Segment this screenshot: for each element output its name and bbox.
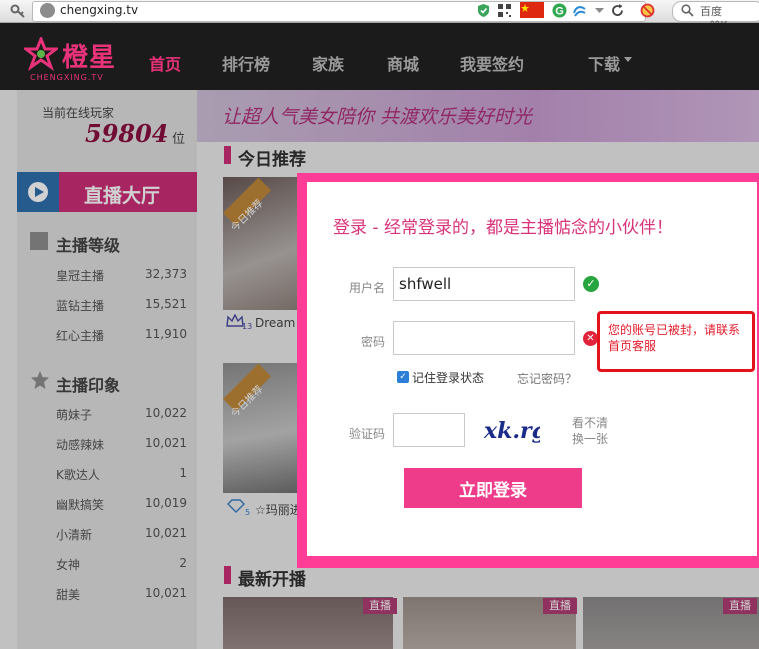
login-submit-button[interactable]: 立即登录	[404, 468, 582, 508]
nav-home[interactable]: 首页	[149, 51, 181, 75]
check-icon: ✓	[583, 276, 599, 292]
search-icon	[681, 4, 694, 17]
remember-label[interactable]: 记住登录状态	[412, 369, 484, 386]
reload-icon[interactable]	[610, 3, 625, 18]
chevron-down-icon	[624, 57, 632, 62]
captcha-image[interactable]: xk.rg	[482, 416, 540, 444]
password-input[interactable]	[393, 321, 575, 355]
refresh-captcha-line1[interactable]: 看不清	[572, 416, 608, 430]
svg-text:G: G	[555, 6, 564, 18]
nav-download[interactable]: 下载	[588, 51, 620, 75]
china-flag-icon[interactable]	[520, 2, 544, 18]
refresh-captcha-line2[interactable]: 换一张	[572, 432, 608, 446]
key-icon	[10, 4, 25, 18]
globe-icon	[40, 3, 55, 18]
forgot-password-link[interactable]: 忘记密码？	[517, 370, 577, 387]
captcha-input[interactable]	[393, 413, 465, 447]
password-label: 密码	[360, 335, 385, 349]
error-message-text: 您的账号已被封，请联系首页客服	[608, 323, 741, 353]
site-logo-text[interactable]: 橙星	[62, 37, 116, 74]
nav-ranking[interactable]: 排行榜	[222, 51, 270, 75]
star-logo-icon[interactable]	[24, 37, 58, 71]
site-logo-subtext: CHENGXING.TV	[30, 73, 104, 82]
url-text[interactable]: chengxing.tv	[60, 3, 138, 17]
login-title: 登录 - 经常登录的，都是主播惦念的小伙伴！	[333, 218, 673, 238]
grammar-g-icon[interactable]: G	[552, 3, 567, 18]
nav-family[interactable]: 家族	[312, 51, 344, 75]
dropdown-arrow-icon[interactable]	[592, 3, 607, 18]
refresh-captcha-link[interactable]: 看不清 换一张	[572, 415, 608, 447]
captcha-label: 验证码	[348, 427, 385, 441]
qr-code-icon[interactable]	[497, 3, 512, 18]
nav-mall[interactable]: 商城	[387, 51, 419, 75]
username-value[interactable]: shfwell	[399, 275, 451, 293]
nav-sign-up[interactable]: 我要签约	[460, 51, 524, 75]
block-icon[interactable]	[640, 3, 655, 18]
wave-logo-icon[interactable]	[572, 3, 587, 18]
captcha-text: xk.rg	[483, 418, 540, 444]
remember-checkbox[interactable]: ✓	[397, 371, 409, 383]
error-icon: ✕	[583, 331, 598, 346]
username-label: 用户名	[348, 281, 385, 295]
shield-icon[interactable]	[476, 3, 491, 18]
